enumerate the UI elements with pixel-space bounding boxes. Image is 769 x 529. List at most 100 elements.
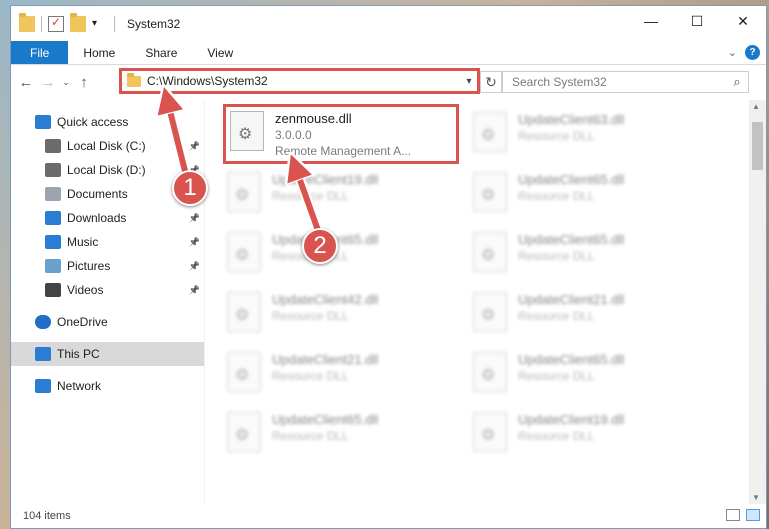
tab-share[interactable]: Share (130, 41, 192, 64)
pin-icon[interactable]: 📌 (189, 213, 200, 224)
sidebar-item-label: OneDrive (57, 315, 108, 329)
file-description: Resource DLL (518, 129, 595, 143)
divider (41, 15, 42, 32)
pin-icon[interactable]: 📌 (189, 141, 200, 152)
maximize-button[interactable]: ☐ (674, 6, 720, 36)
refresh-button[interactable]: ↻ (480, 71, 502, 93)
up-button[interactable]: ↑ (73, 71, 95, 93)
chevron-down-icon[interactable]: ▾ (461, 76, 477, 87)
back-button[interactable]: ← (15, 71, 37, 93)
recent-locations-icon[interactable]: ⌄ (59, 71, 73, 93)
search-icon[interactable]: ⌕ (726, 74, 748, 90)
file-tile[interactable]: UpdateClient65.dll Resource DLL (473, 166, 719, 226)
sidebar-item-label: This PC (57, 347, 100, 361)
dll-file-icon (227, 172, 261, 212)
sidebar-item-pictures[interactable]: Pictures 📌 (11, 254, 204, 278)
help-icon[interactable]: ? (745, 45, 760, 60)
sidebar-item-label: Documents (67, 187, 128, 201)
file-meta: UpdateClient65.dll Resource DLL (518, 352, 624, 384)
minimize-button[interactable]: — (628, 6, 674, 36)
sidebar-item-label: Local Disk (D:) (67, 163, 146, 177)
file-tile[interactable]: UpdateClient65.dllResource DLL (227, 406, 473, 466)
folder-icon (127, 72, 141, 87)
file-meta: UpdateClient19.dll Resource DLL (518, 412, 624, 444)
close-button[interactable]: ✕ (720, 6, 766, 36)
sidebar-item-quick-access[interactable]: Quick access (11, 110, 204, 134)
file-meta: UpdateClient65.dll Resource DLL (272, 412, 378, 444)
sidebar-item-videos[interactable]: Videos 📌 (11, 278, 204, 302)
explorer-window: ▾ System32 — ☐ ✕ File Home Share View ⌄ … (10, 5, 767, 529)
sidebar-item-music[interactable]: Music 📌 (11, 230, 204, 254)
sidebar-item-network[interactable]: Network (11, 374, 204, 398)
sidebar-item-label: Network (57, 379, 102, 393)
file-description: Remote Management A... (275, 144, 412, 158)
title-bar: ▾ System32 — ☐ ✕ (11, 6, 766, 41)
forward-button[interactable]: → (37, 71, 59, 93)
properties-icon[interactable] (48, 15, 64, 32)
customize-toolbar-icon[interactable]: ▾ (92, 16, 108, 32)
file-list-pane: zenmouse.dll 3.0.0.0 Remote Management A..… (204, 100, 766, 504)
pin-icon[interactable]: 📌 (189, 261, 200, 272)
file-name: UpdateClient21.dll (272, 352, 379, 367)
file-meta: UpdateClient63.dll Resource DLL (518, 112, 624, 144)
pin-icon[interactable]: 📌 (189, 285, 200, 296)
pin-icon[interactable]: 📌 (189, 237, 200, 248)
address-path[interactable]: C:\Windows\System32 (147, 74, 461, 88)
window-controls: — ☐ ✕ (628, 6, 766, 36)
file-name: UpdateClient65.dll (518, 172, 625, 187)
scrollbar-thumb[interactable] (752, 122, 763, 170)
file-name: UpdateClient65.dll (272, 412, 379, 427)
file-description: Resource DLL (518, 189, 595, 203)
vertical-scrollbar[interactable]: ▲ ▼ (749, 100, 766, 504)
file-tile-zenmouse[interactable]: zenmouse.dll 3.0.0.0 Remote Management A..… (223, 104, 459, 164)
expand-ribbon-icon[interactable]: ⌄ (728, 46, 737, 59)
file-meta: UpdateClient42.dll Resource DLL (272, 292, 378, 324)
dll-file-icon (473, 112, 507, 152)
search-input[interactable] (512, 75, 726, 89)
file-tile[interactable]: UpdateClient63.dll Resource DLL (473, 106, 719, 166)
sidebar-item-downloads[interactable]: Downloads 📌 (11, 206, 204, 230)
file-tile[interactable]: UpdateClient21.dll Resource DLL (473, 286, 719, 346)
cloud-icon (35, 315, 51, 329)
file-tile[interactable]: UpdateClient19.dll Resource DLL (473, 406, 719, 466)
tiles-view-icon[interactable] (746, 509, 760, 521)
file-tile[interactable]: UpdateClient65.dllResource DLL (227, 226, 473, 286)
file-meta: UpdateClient21.dll Resource DLL (518, 292, 624, 324)
scroll-down-icon[interactable]: ▼ (752, 493, 760, 502)
sidebar-item-label: Music (67, 235, 99, 249)
scroll-up-icon[interactable]: ▲ (752, 102, 760, 111)
tab-home[interactable]: Home (68, 41, 130, 64)
file-description: Resource DLL (518, 429, 595, 443)
file-tile[interactable]: UpdateClient42.dll Resource DLL (227, 286, 473, 346)
sidebar-item-onedrive[interactable]: OneDrive (11, 310, 204, 334)
drive-icon (45, 163, 61, 177)
file-meta: UpdateClient65.dll Resource DLL (518, 172, 624, 204)
file-tile[interactable]: UpdateClient19.dll Resource DLL (227, 166, 473, 226)
tab-file[interactable]: File (11, 41, 69, 64)
divider (114, 15, 115, 32)
dll-file-icon (227, 292, 261, 332)
sidebar-item-label: Local Disk (C:) (67, 139, 146, 153)
address-bar[interactable]: C:\Windows\System32 ▾ (119, 68, 480, 94)
file-tile[interactable]: UpdateClient65.dllResource DLL (473, 226, 719, 286)
drive-icon (45, 139, 61, 153)
step-2-badge: 2 (302, 228, 338, 264)
sidebar-item-label: Pictures (67, 259, 111, 273)
navigation-pane: Quick access Local Disk (C:) 📌 Local Disk (… (11, 100, 204, 504)
monitor-icon (35, 347, 51, 361)
sidebar-item-local-disk-c[interactable]: Local Disk (C:) 📌 (11, 134, 204, 158)
file-tile[interactable]: UpdateClient21.dll Resource DLL (227, 346, 473, 406)
file-meta: UpdateClient65.dll Resource DLL (518, 232, 624, 264)
tab-view[interactable]: View (192, 41, 248, 64)
file-grid: zenmouse.dll 3.0.0.0 Remote Management A..… (223, 104, 719, 466)
file-tile[interactable]: UpdateClient65.dllResource DLL (473, 346, 719, 406)
status-bar: 104 items (11, 504, 766, 528)
details-view-icon[interactable] (726, 509, 740, 521)
new-folder-icon[interactable] (70, 12, 86, 32)
sidebar-item-this-pc[interactable]: This PC (11, 342, 204, 366)
dll-file-icon (473, 232, 507, 272)
search-box[interactable]: ⌕ (502, 71, 749, 93)
item-count: 104 items (23, 510, 71, 522)
dll-file-icon (473, 172, 507, 212)
dll-file-icon (227, 232, 261, 272)
